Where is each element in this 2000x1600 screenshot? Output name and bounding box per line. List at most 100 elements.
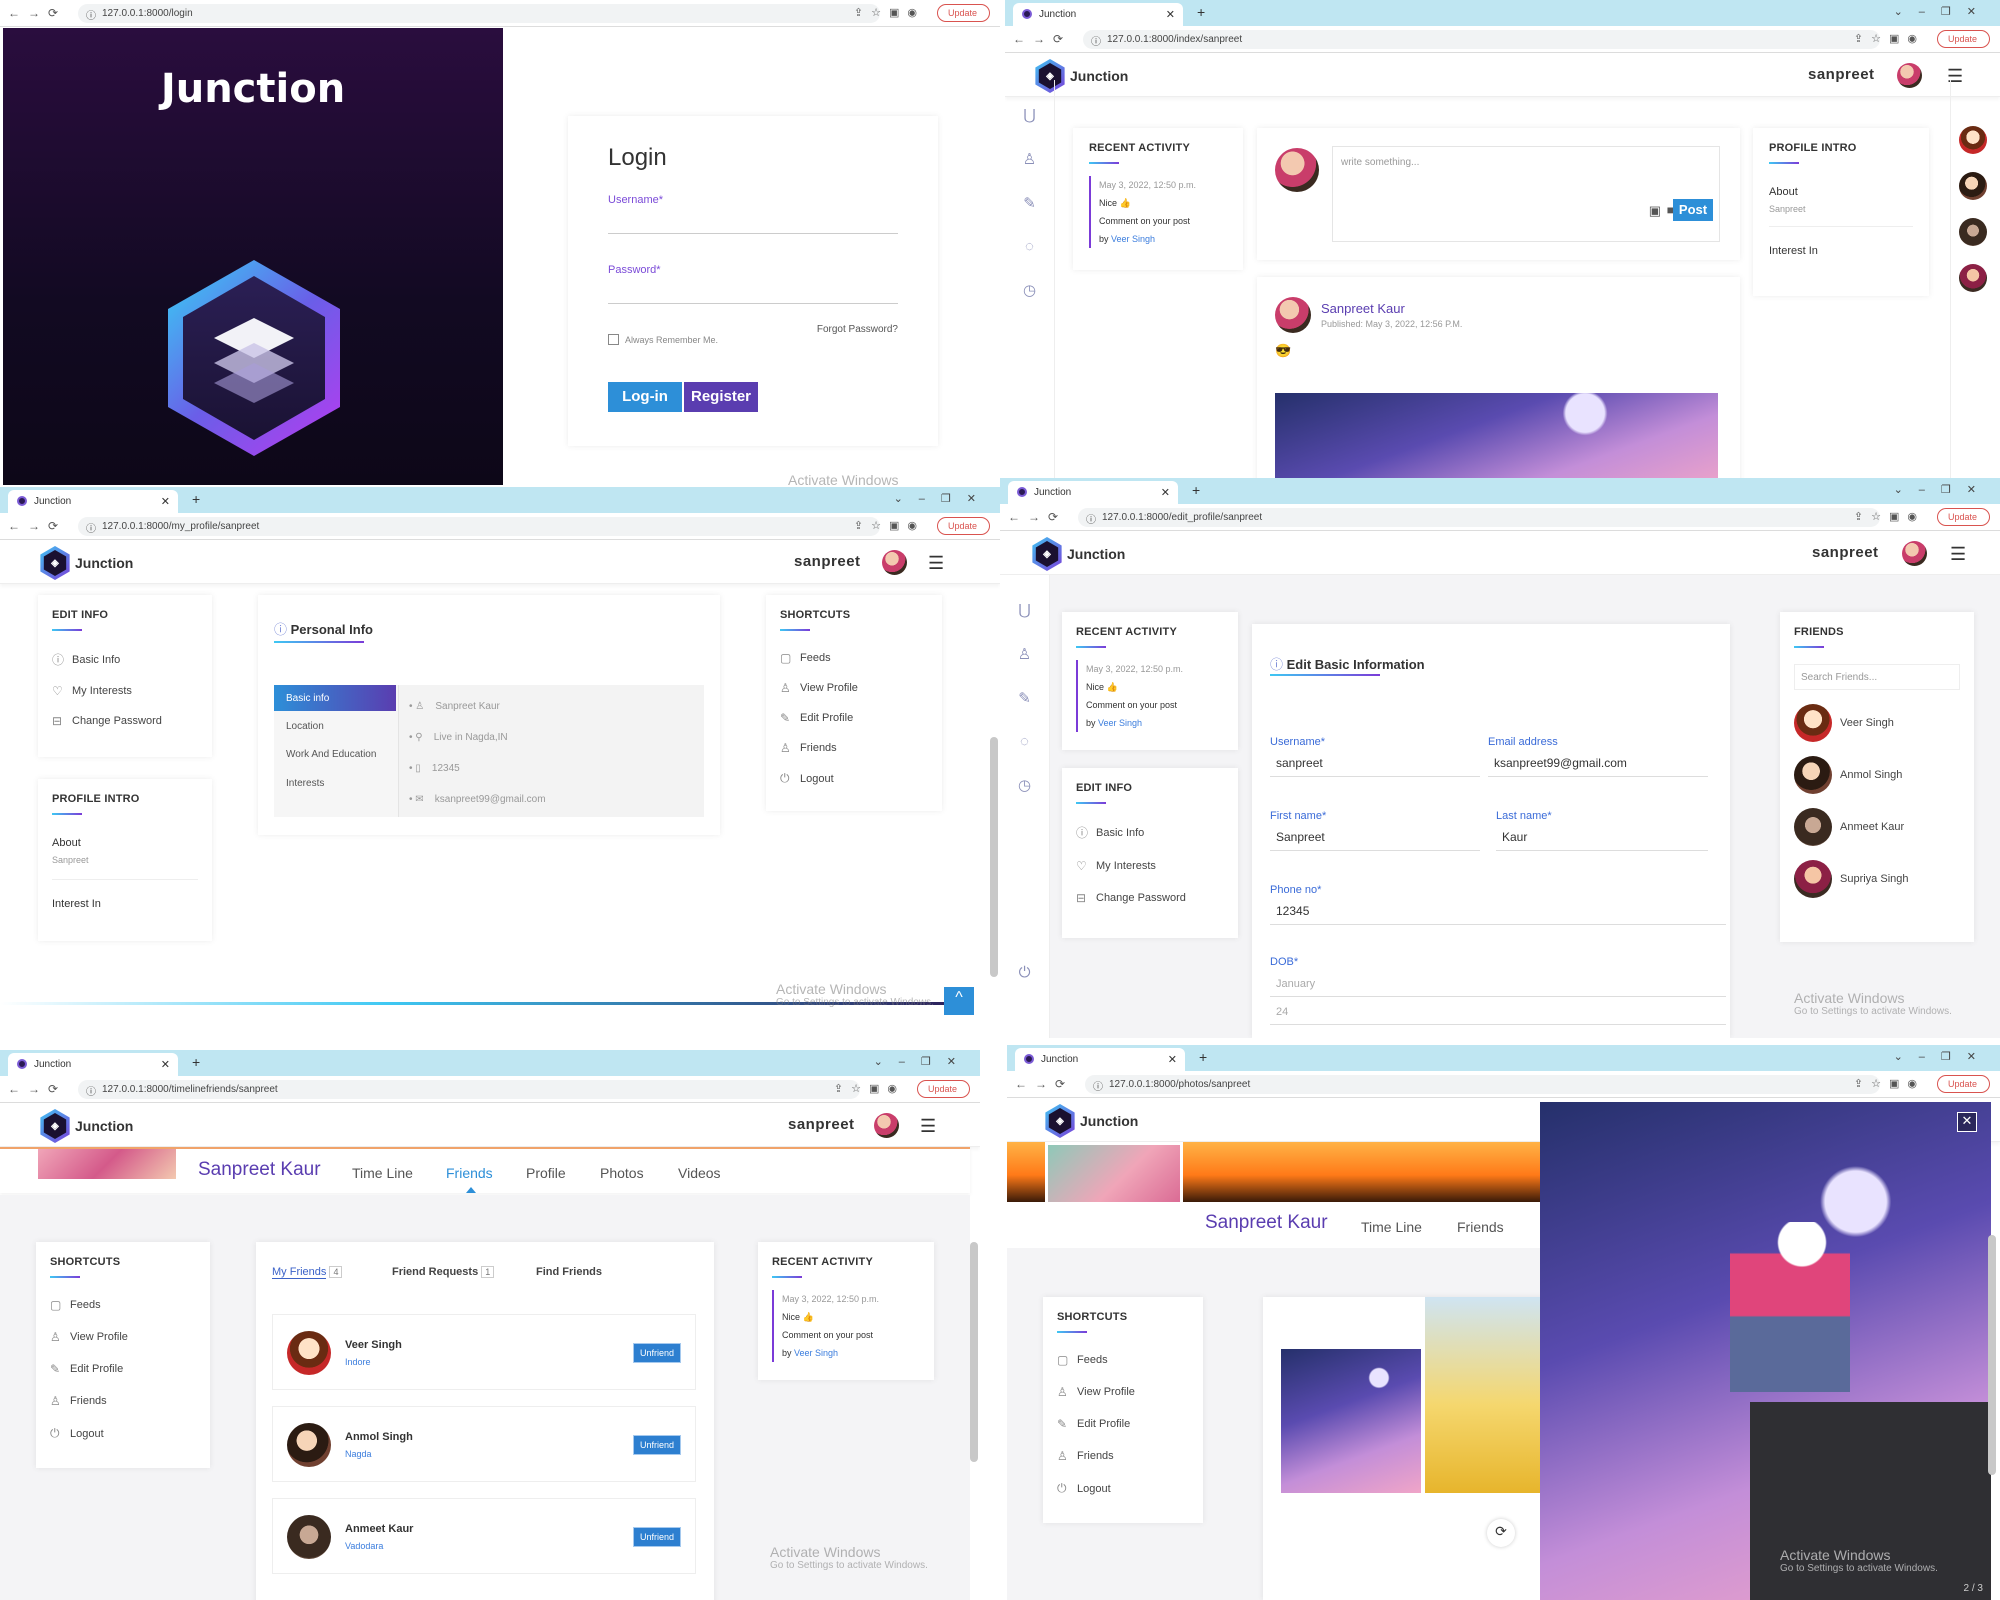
first-name-input[interactable]: Sanpreet: [1270, 822, 1480, 851]
edit-profile-link[interactable]: ✎ Edit Profile: [780, 711, 928, 725]
phone-input[interactable]: 12345: [1270, 896, 1726, 925]
page-scrollbar[interactable]: [1988, 1235, 1996, 1475]
window-controls[interactable]: ⌄–❐✕: [1894, 5, 1992, 18]
tab-my-friends[interactable]: My Friends 4: [272, 1266, 343, 1279]
update-button[interactable]: Update: [1936, 30, 1990, 48]
tab-location[interactable]: Location: [286, 721, 324, 732]
email-input[interactable]: ksanpreet99@gmail.com: [1488, 748, 1708, 777]
lightbox-close-button[interactable]: ✕: [1957, 1112, 1977, 1132]
tab-timeline[interactable]: Time Line: [352, 1165, 413, 1181]
share-star-icons[interactable]: ⇪☆▣◉: [854, 6, 925, 19]
new-tab-icon[interactable]: +: [1197, 4, 1205, 20]
window-controls[interactable]: ⌄–❐✕: [894, 492, 992, 505]
url-field[interactable]: 127.0.0.1:8000/photos/sanpreet: [1085, 1075, 1880, 1094]
magnet-icon[interactable]: ⋃: [1000, 601, 1049, 619]
user-icon[interactable]: ♙: [1000, 645, 1049, 663]
header-username[interactable]: sanpreet: [788, 1116, 855, 1133]
tab-work-education[interactable]: Work And Education: [286, 749, 376, 760]
photo-thumbnail[interactable]: [1281, 1349, 1421, 1493]
photo-thumbnail[interactable]: [1425, 1297, 1547, 1493]
window-controls[interactable]: ⌄–❐✕: [1894, 483, 1992, 496]
url-field[interactable]: 127.0.0.1:8000/timelinefriends/sanpreet: [78, 1080, 860, 1099]
logout-link[interactable]: ⏻ Logout: [780, 771, 928, 786]
header-username[interactable]: sanpreet: [794, 553, 861, 570]
browser-tab[interactable]: Junction ✕: [1008, 481, 1178, 504]
update-button[interactable]: Update: [1936, 1075, 1990, 1093]
nav-buttons[interactable]: ←→⟳: [1008, 510, 1066, 524]
profile-name[interactable]: Sanpreet Kaur: [1205, 1212, 1328, 1234]
forgot-password-link[interactable]: Forgot Password?: [817, 324, 898, 335]
my-interests-link[interactable]: ♡ My Interests: [52, 684, 198, 698]
activity-user-link[interactable]: Veer Singh: [1111, 234, 1155, 244]
unfriend-button[interactable]: Unfriend: [632, 1343, 681, 1363]
dob-month-select[interactable]: January: [1270, 970, 1726, 997]
update-button[interactable]: Update: [936, 517, 990, 535]
basic-info-link[interactable]: ⓘ Basic Info: [52, 651, 198, 668]
post-button[interactable]: Post: [1673, 199, 1713, 221]
nav-buttons[interactable]: ←→⟳: [1013, 32, 1071, 46]
feeds-link[interactable]: ▢ Feeds: [1057, 1353, 1189, 1367]
menu-icon[interactable]: ☰: [920, 1116, 936, 1137]
share-star-icons[interactable]: ⇪☆▣◉: [854, 519, 925, 532]
tab-photos[interactable]: Photos: [600, 1165, 644, 1181]
share-star-icons[interactable]: ⇪☆▣◉: [1854, 510, 1925, 523]
feeds-link[interactable]: ▢ Feeds: [50, 1298, 196, 1312]
search-friends-input[interactable]: Search Friends...: [1794, 664, 1960, 690]
header-avatar[interactable]: [882, 550, 907, 575]
close-tab-icon[interactable]: ✕: [161, 1058, 170, 1071]
header-avatar[interactable]: [1902, 541, 1927, 566]
register-button[interactable]: Register: [684, 382, 758, 412]
username-input[interactable]: [608, 212, 898, 234]
tab-interests[interactable]: Interests: [286, 778, 324, 789]
header-avatar[interactable]: [874, 1113, 899, 1138]
tab-friend-requests[interactable]: Friend Requests 1: [392, 1266, 495, 1278]
url-field[interactable]: 127.0.0.1:8000/my_profile/sanpreet: [78, 517, 880, 536]
nav-buttons[interactable]: ←→⟳: [1015, 1077, 1073, 1091]
header-username[interactable]: sanpreet: [1808, 66, 1875, 83]
username-input[interactable]: sanpreet: [1270, 748, 1480, 777]
friends-link[interactable]: ♙ Friends: [780, 741, 928, 755]
friend-avatar[interactable]: [1959, 172, 1987, 200]
new-tab-icon[interactable]: +: [192, 491, 200, 507]
friend-avatar[interactable]: [1959, 218, 1987, 246]
close-tab-icon[interactable]: ✕: [1166, 8, 1175, 21]
activity-user-link[interactable]: Veer Singh: [794, 1348, 838, 1358]
post-image[interactable]: [1275, 393, 1718, 485]
tab-friends[interactable]: Friends: [1457, 1219, 1504, 1235]
feeds-link[interactable]: ▢ Feeds: [780, 651, 928, 665]
close-tab-icon[interactable]: ✕: [1168, 1053, 1177, 1066]
clock-icon[interactable]: ◷: [1005, 281, 1054, 299]
new-tab-icon[interactable]: +: [1199, 1049, 1207, 1065]
tab-basic-info[interactable]: Basic info: [274, 685, 396, 711]
friend-avatar[interactable]: [1959, 126, 1987, 154]
nav-buttons[interactable]: ←→⟳: [8, 519, 66, 533]
profile-name[interactable]: Sanpreet Kaur: [198, 1159, 321, 1181]
friend-item[interactable]: Veer Singh: [1794, 704, 1960, 742]
friends-link[interactable]: ♙ Friends: [1057, 1449, 1189, 1463]
dob-day-select[interactable]: 24: [1270, 998, 1726, 1025]
nav-buttons[interactable]: ←→⟳: [8, 6, 66, 20]
brand-logo[interactable]: ◈ Junction: [1043, 1104, 1138, 1138]
browser-tab[interactable]: Junction ✕: [8, 490, 178, 513]
friends-link[interactable]: ♙ Friends: [50, 1394, 196, 1408]
scroll-top-button[interactable]: ^: [944, 987, 974, 1015]
new-tab-icon[interactable]: +: [192, 1054, 200, 1070]
share-star-icons[interactable]: ⇪☆▣◉: [834, 1082, 905, 1095]
tab-friends[interactable]: Friends: [446, 1165, 493, 1181]
nav-buttons[interactable]: ←→⟳: [8, 1082, 66, 1096]
change-password-link[interactable]: ⊟ Change Password: [52, 714, 198, 728]
tab-timeline[interactable]: Time Line: [1361, 1219, 1422, 1235]
activity-user-link[interactable]: Veer Singh: [1098, 718, 1142, 728]
tab-videos[interactable]: Videos: [678, 1165, 721, 1181]
friend-avatar[interactable]: [1959, 264, 1987, 292]
edit-icon[interactable]: ✎: [1000, 689, 1049, 707]
page-scrollbar[interactable]: [990, 737, 998, 977]
new-tab-icon[interactable]: +: [1192, 482, 1200, 498]
friend-name[interactable]: Veer Singh: [345, 1339, 402, 1351]
friend-avatar[interactable]: [287, 1423, 331, 1467]
photo-icon[interactable]: ▣: [1649, 203, 1661, 219]
brand-logo[interactable]: ◈ Junction: [1030, 537, 1125, 571]
logout-link[interactable]: ⏻ Logout: [1057, 1481, 1189, 1496]
share-star-icons[interactable]: ⇪☆▣◉: [1854, 1077, 1925, 1090]
logout-link[interactable]: ⏻ Logout: [50, 1426, 196, 1441]
